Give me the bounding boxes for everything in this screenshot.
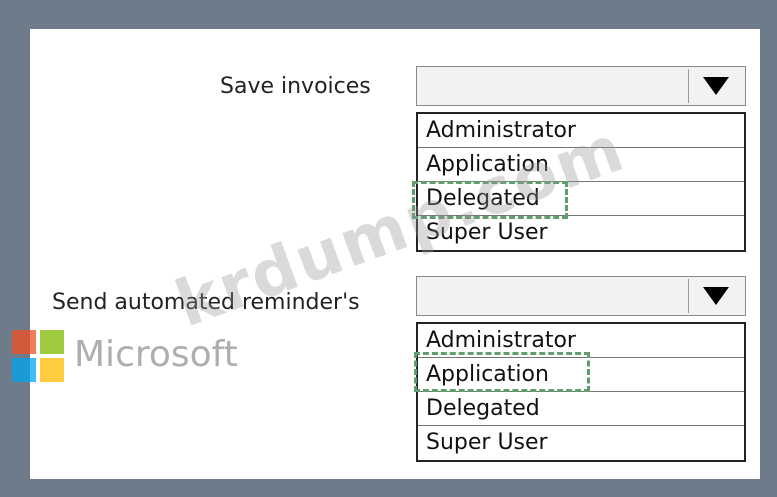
send-reminders-dropdown[interactable] [416,276,746,316]
option-super-user[interactable]: Super User [418,426,744,460]
dropdown-toggle-button[interactable] [688,279,743,313]
question-label-save-invoices: Save invoices [220,74,371,99]
dropdown-toggle-button[interactable] [688,69,743,103]
option-delegated[interactable]: Delegated [418,392,744,426]
send-reminders-options: Administrator Application Delegated Supe… [416,322,746,462]
microsoft-watermark-text: Microsoft [74,334,238,375]
triangle-down-icon [703,77,729,95]
option-administrator[interactable]: Administrator [418,324,744,358]
save-invoices-dropdown[interactable] [416,66,746,106]
microsoft-logo-icon [12,330,66,384]
triangle-down-icon [703,287,729,305]
option-application[interactable]: Application [418,358,744,392]
